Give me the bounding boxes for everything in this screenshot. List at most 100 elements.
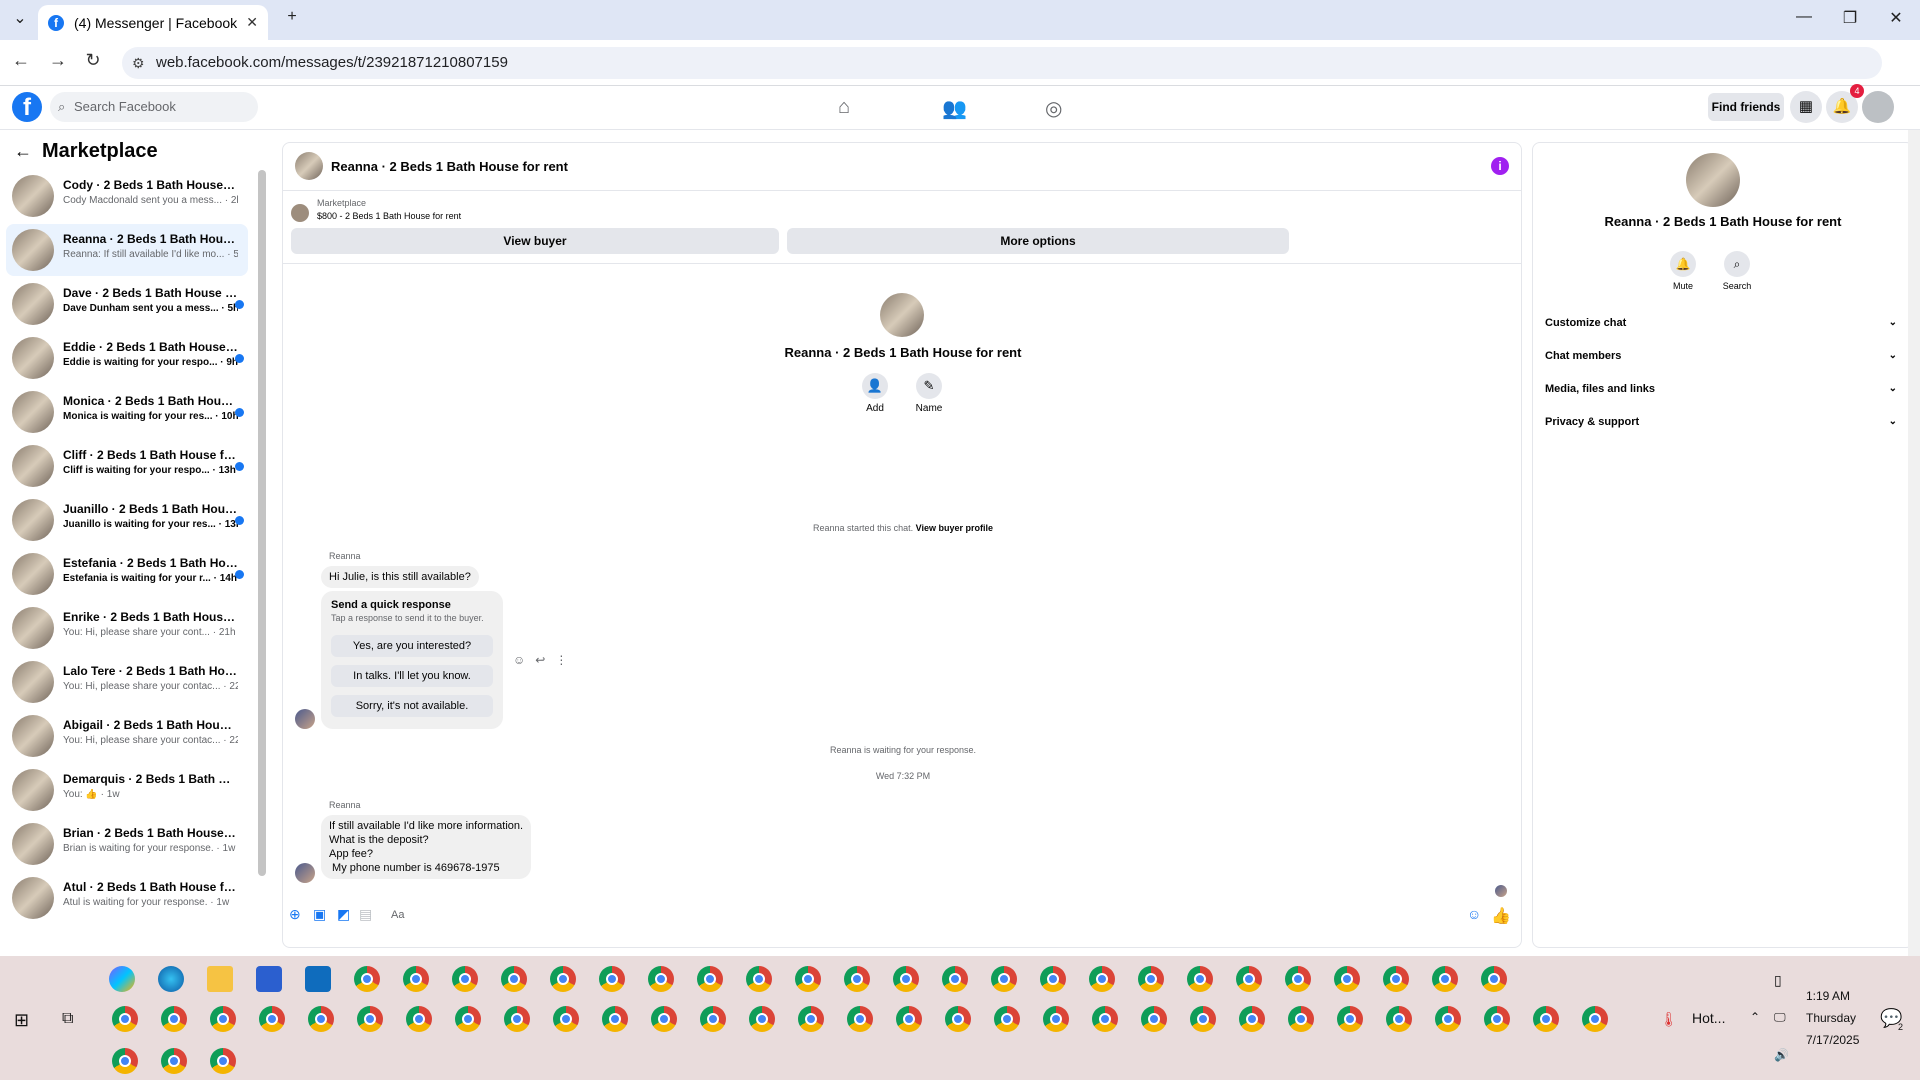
- info-icon[interactable]: i: [1491, 157, 1509, 175]
- chrome-window-icon[interactable]: [1239, 1006, 1265, 1032]
- chrome-window-icon[interactable]: [798, 1006, 824, 1032]
- photo-icon[interactable]: ▣: [313, 906, 326, 923]
- section-media-files-links[interactable]: Media, files and links ⌄: [1545, 383, 1897, 395]
- react-icon[interactable]: ☺: [513, 653, 525, 667]
- chrome-window-icon[interactable]: [1337, 1006, 1363, 1032]
- view-buyer-profile-link[interactable]: View buyer profile: [916, 523, 993, 533]
- conversation-item[interactable]: Eddie · 2 Beds 1 Bath House f... Eddie is…: [6, 332, 248, 384]
- network-icon[interactable]: 🖵: [1774, 1010, 1786, 1025]
- chrome-window-icon[interactable]: [945, 1006, 971, 1032]
- reply-icon[interactable]: ↩: [535, 653, 545, 667]
- reload-icon[interactable]: ↻: [80, 50, 106, 71]
- copilot-icon[interactable]: [109, 966, 135, 992]
- task-view-icon[interactable]: ⧉: [62, 1010, 73, 1028]
- tab-close-icon[interactable]: ✕: [246, 14, 258, 31]
- chrome-window-icon[interactable]: [553, 1006, 579, 1032]
- chrome-window-icon[interactable]: [501, 966, 527, 992]
- minimize-icon[interactable]: —: [1784, 8, 1824, 26]
- url-field[interactable]: ⚙ web.facebook.com/messages/t/2392187121…: [122, 47, 1882, 79]
- chrome-window-icon[interactable]: [112, 1048, 138, 1074]
- chrome-window-icon[interactable]: [1533, 1006, 1559, 1032]
- chrome-window-icon[interactable]: [599, 966, 625, 992]
- friends-icon[interactable]: 👥: [942, 96, 967, 121]
- chrome-window-icon[interactable]: [161, 1048, 187, 1074]
- message-bubble[interactable]: Hi Julie, is this still available?: [321, 566, 479, 588]
- chat-avatar[interactable]: [295, 152, 323, 180]
- chrome-window-icon[interactable]: [357, 1006, 383, 1032]
- chrome-window-icon[interactable]: [1138, 966, 1164, 992]
- page-scrollbar[interactable]: [1908, 130, 1920, 956]
- quick-reply-not-available[interactable]: Sorry, it's not available.: [331, 695, 493, 717]
- conversation-item[interactable]: Lalo Tere · 2 Beds 1 Bath House ... You: …: [6, 656, 248, 708]
- more-icon[interactable]: ⋮: [555, 653, 567, 667]
- chrome-window-icon[interactable]: [700, 1006, 726, 1032]
- plus-icon[interactable]: ⊕: [289, 906, 301, 923]
- chrome-window-icon[interactable]: [1236, 966, 1262, 992]
- mute-button[interactable]: 🔔 Mute: [1663, 251, 1703, 291]
- chrome-window-icon[interactable]: [1040, 966, 1066, 992]
- chrome-window-icon[interactable]: [112, 1006, 138, 1032]
- chrome-window-icon[interactable]: [1386, 1006, 1412, 1032]
- restore-icon[interactable]: ❐: [1830, 8, 1870, 28]
- show-hidden-icons[interactable]: ⌃: [1750, 1010, 1760, 1024]
- back-icon[interactable]: ←: [8, 50, 34, 71]
- chrome-window-icon[interactable]: [847, 1006, 873, 1032]
- window-close-icon[interactable]: ✕: [1876, 8, 1916, 28]
- chrome-window-icon[interactable]: [455, 1006, 481, 1032]
- device-icon[interactable]: ▯: [1774, 972, 1782, 989]
- groups-icon[interactable]: ◎: [1045, 96, 1062, 121]
- view-buyer-button[interactable]: View buyer: [291, 228, 779, 254]
- chrome-window-icon[interactable]: [504, 1006, 530, 1032]
- conversation-item[interactable]: Demarquis · 2 Beds 1 Bath Ho... You: 👍 · …: [6, 764, 248, 816]
- chrome-window-icon[interactable]: [994, 1006, 1020, 1032]
- chrome-window-icon[interactable]: [354, 966, 380, 992]
- conversation-item[interactable]: Estefania · 2 Beds 1 Bath Hous... Estefan…: [6, 548, 248, 600]
- chrome-window-icon[interactable]: [942, 966, 968, 992]
- search-input[interactable]: ⌕ Search Facebook: [50, 92, 258, 122]
- quick-reply-in-talks[interactable]: In talks. I'll let you know.: [331, 665, 493, 687]
- weather-icon[interactable]: 🌡: [1660, 1011, 1678, 1028]
- find-friends-button[interactable]: Find friends: [1708, 93, 1784, 121]
- tab-search-icon[interactable]: ⌄: [0, 8, 40, 28]
- back-arrow-icon[interactable]: ←: [14, 141, 32, 161]
- emoji-icon[interactable]: ☺: [1467, 906, 1481, 922]
- account-avatar[interactable]: [1862, 91, 1894, 123]
- chrome-window-icon[interactable]: [896, 1006, 922, 1032]
- chrome-window-icon[interactable]: [1092, 1006, 1118, 1032]
- message-input[interactable]: Aa: [383, 903, 1489, 927]
- new-tab-icon[interactable]: +: [272, 8, 312, 26]
- chrome-window-icon[interactable]: [406, 1006, 432, 1032]
- chrome-window-icon[interactable]: [749, 1006, 775, 1032]
- conversation-item[interactable]: Monica · 2 Beds 1 Bath House... Monica is…: [6, 386, 248, 438]
- chrome-window-icon[interactable]: [746, 966, 772, 992]
- chrome-window-icon[interactable]: [1285, 966, 1311, 992]
- chrome-window-icon[interactable]: [648, 966, 674, 992]
- conversation-item[interactable]: Juanillo · 2 Beds 1 Bath House... Juanill…: [6, 494, 248, 546]
- chrome-window-icon[interactable]: [210, 1048, 236, 1074]
- chrome-window-icon[interactable]: [1141, 1006, 1167, 1032]
- chrome-window-icon[interactable]: [452, 966, 478, 992]
- file-explorer-icon[interactable]: [207, 966, 233, 992]
- chrome-window-icon[interactable]: [1582, 1006, 1608, 1032]
- store-icon[interactable]: [256, 966, 282, 992]
- clock-time[interactable]: 1:19 AM: [1806, 989, 1850, 1003]
- contact-avatar[interactable]: [880, 293, 924, 337]
- conversation-item[interactable]: Abigail · 2 Beds 1 Bath House fo... You: …: [6, 710, 248, 762]
- chrome-window-icon[interactable]: [697, 966, 723, 992]
- chrome-window-icon[interactable]: [210, 1006, 236, 1032]
- chrome-window-icon[interactable]: [651, 1006, 677, 1032]
- home-icon[interactable]: ⌂: [838, 96, 850, 119]
- edge-icon[interactable]: [158, 966, 184, 992]
- facebook-logo-icon[interactable]: f: [12, 92, 42, 122]
- outlook-icon[interactable]: [305, 966, 331, 992]
- conversation-item[interactable]: Cliff · 2 Beds 1 Bath House for... Cliff …: [6, 440, 248, 492]
- conversation-item[interactable]: Brian · 2 Beds 1 Bath House for ... Brian…: [6, 818, 248, 870]
- sidebar-scrollbar[interactable]: [258, 170, 266, 876]
- chrome-window-icon[interactable]: [1187, 966, 1213, 992]
- section-customize-chat[interactable]: Customize chat ⌄: [1545, 317, 1897, 329]
- weather-text[interactable]: Hot...: [1692, 1010, 1725, 1026]
- chrome-window-icon[interactable]: [161, 1006, 187, 1032]
- browser-tab[interactable]: f (4) Messenger | Facebook ✕: [38, 5, 268, 40]
- conversation-item[interactable]: Atul · 2 Beds 1 Bath House for r... Atul …: [6, 872, 248, 924]
- chrome-window-icon[interactable]: [1481, 966, 1507, 992]
